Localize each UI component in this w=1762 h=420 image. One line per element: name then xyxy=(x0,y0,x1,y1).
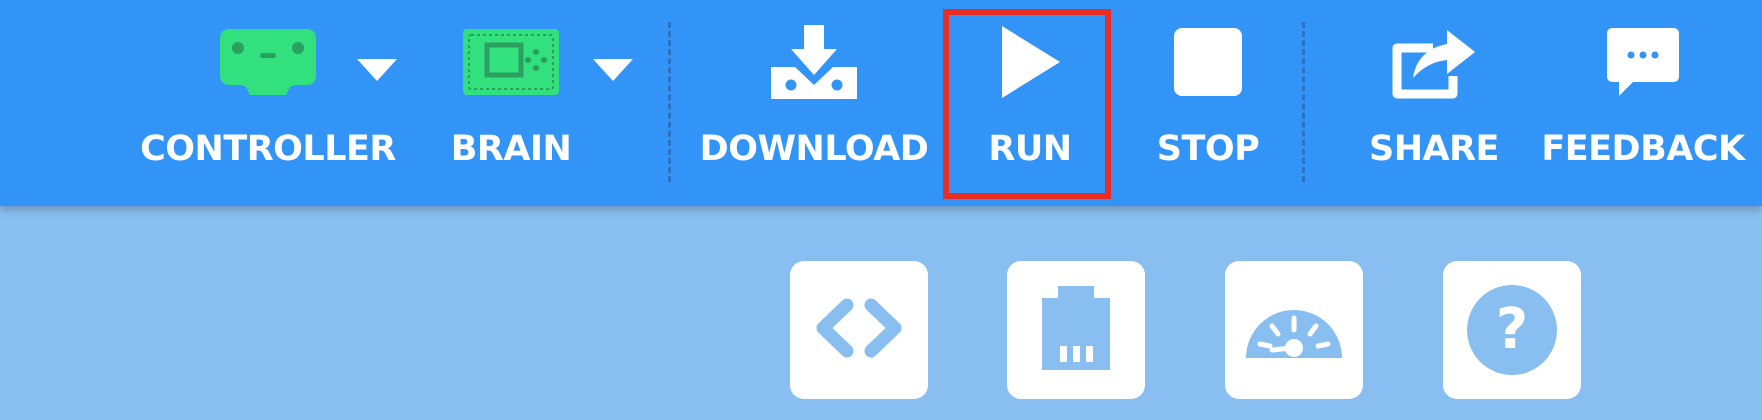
brain-label: BRAIN xyxy=(450,129,572,169)
play-icon xyxy=(998,24,1062,104)
stop-button[interactable]: STOP xyxy=(1130,0,1286,206)
run-button[interactable]: RUN xyxy=(952,0,1108,206)
download-button[interactable]: DOWNLOAD xyxy=(692,0,936,206)
feedback-button[interactable]: FEEDBACK xyxy=(1538,0,1748,206)
help-button[interactable]: ? xyxy=(1443,261,1581,399)
brain-dropdown-button[interactable] xyxy=(588,52,638,92)
stop-icon xyxy=(1172,26,1244,102)
toolbar-separator xyxy=(668,22,671,182)
dashboard-button[interactable] xyxy=(1225,261,1363,399)
code-view-button[interactable] xyxy=(790,261,928,399)
controller-icon xyxy=(216,25,320,103)
controller-label: CONTROLLER xyxy=(140,129,396,169)
controller-button[interactable]: CONTROLLER xyxy=(132,0,404,206)
run-label: RUN xyxy=(988,129,1072,169)
share-icon xyxy=(1387,22,1481,106)
toolbar-separator xyxy=(1302,22,1305,182)
download-icon xyxy=(767,23,861,105)
brain-icon xyxy=(461,25,561,103)
caret-down-icon xyxy=(357,59,397,85)
chat-bubble-icon xyxy=(1605,24,1681,104)
code-brackets-icon xyxy=(809,293,909,367)
ports-icon xyxy=(1026,278,1126,382)
brain-button[interactable]: BRAIN xyxy=(436,0,586,206)
controller-dropdown-button[interactable] xyxy=(352,52,402,92)
gauge-icon xyxy=(1242,286,1346,374)
top-toolbar: CONTROLLER BRAIN DOWNLOAD RUN STOP SHARE… xyxy=(0,0,1762,206)
share-button[interactable]: SHARE xyxy=(1356,0,1512,206)
caret-down-icon xyxy=(593,59,633,85)
help-icon: ? xyxy=(1467,285,1557,375)
help-glyph: ? xyxy=(1495,297,1529,362)
devices-button[interactable] xyxy=(1007,261,1145,399)
share-label: SHARE xyxy=(1369,129,1499,169)
stop-label: STOP xyxy=(1156,129,1260,169)
download-label: DOWNLOAD xyxy=(699,129,929,169)
feedback-label: FEEDBACK xyxy=(1541,129,1745,169)
